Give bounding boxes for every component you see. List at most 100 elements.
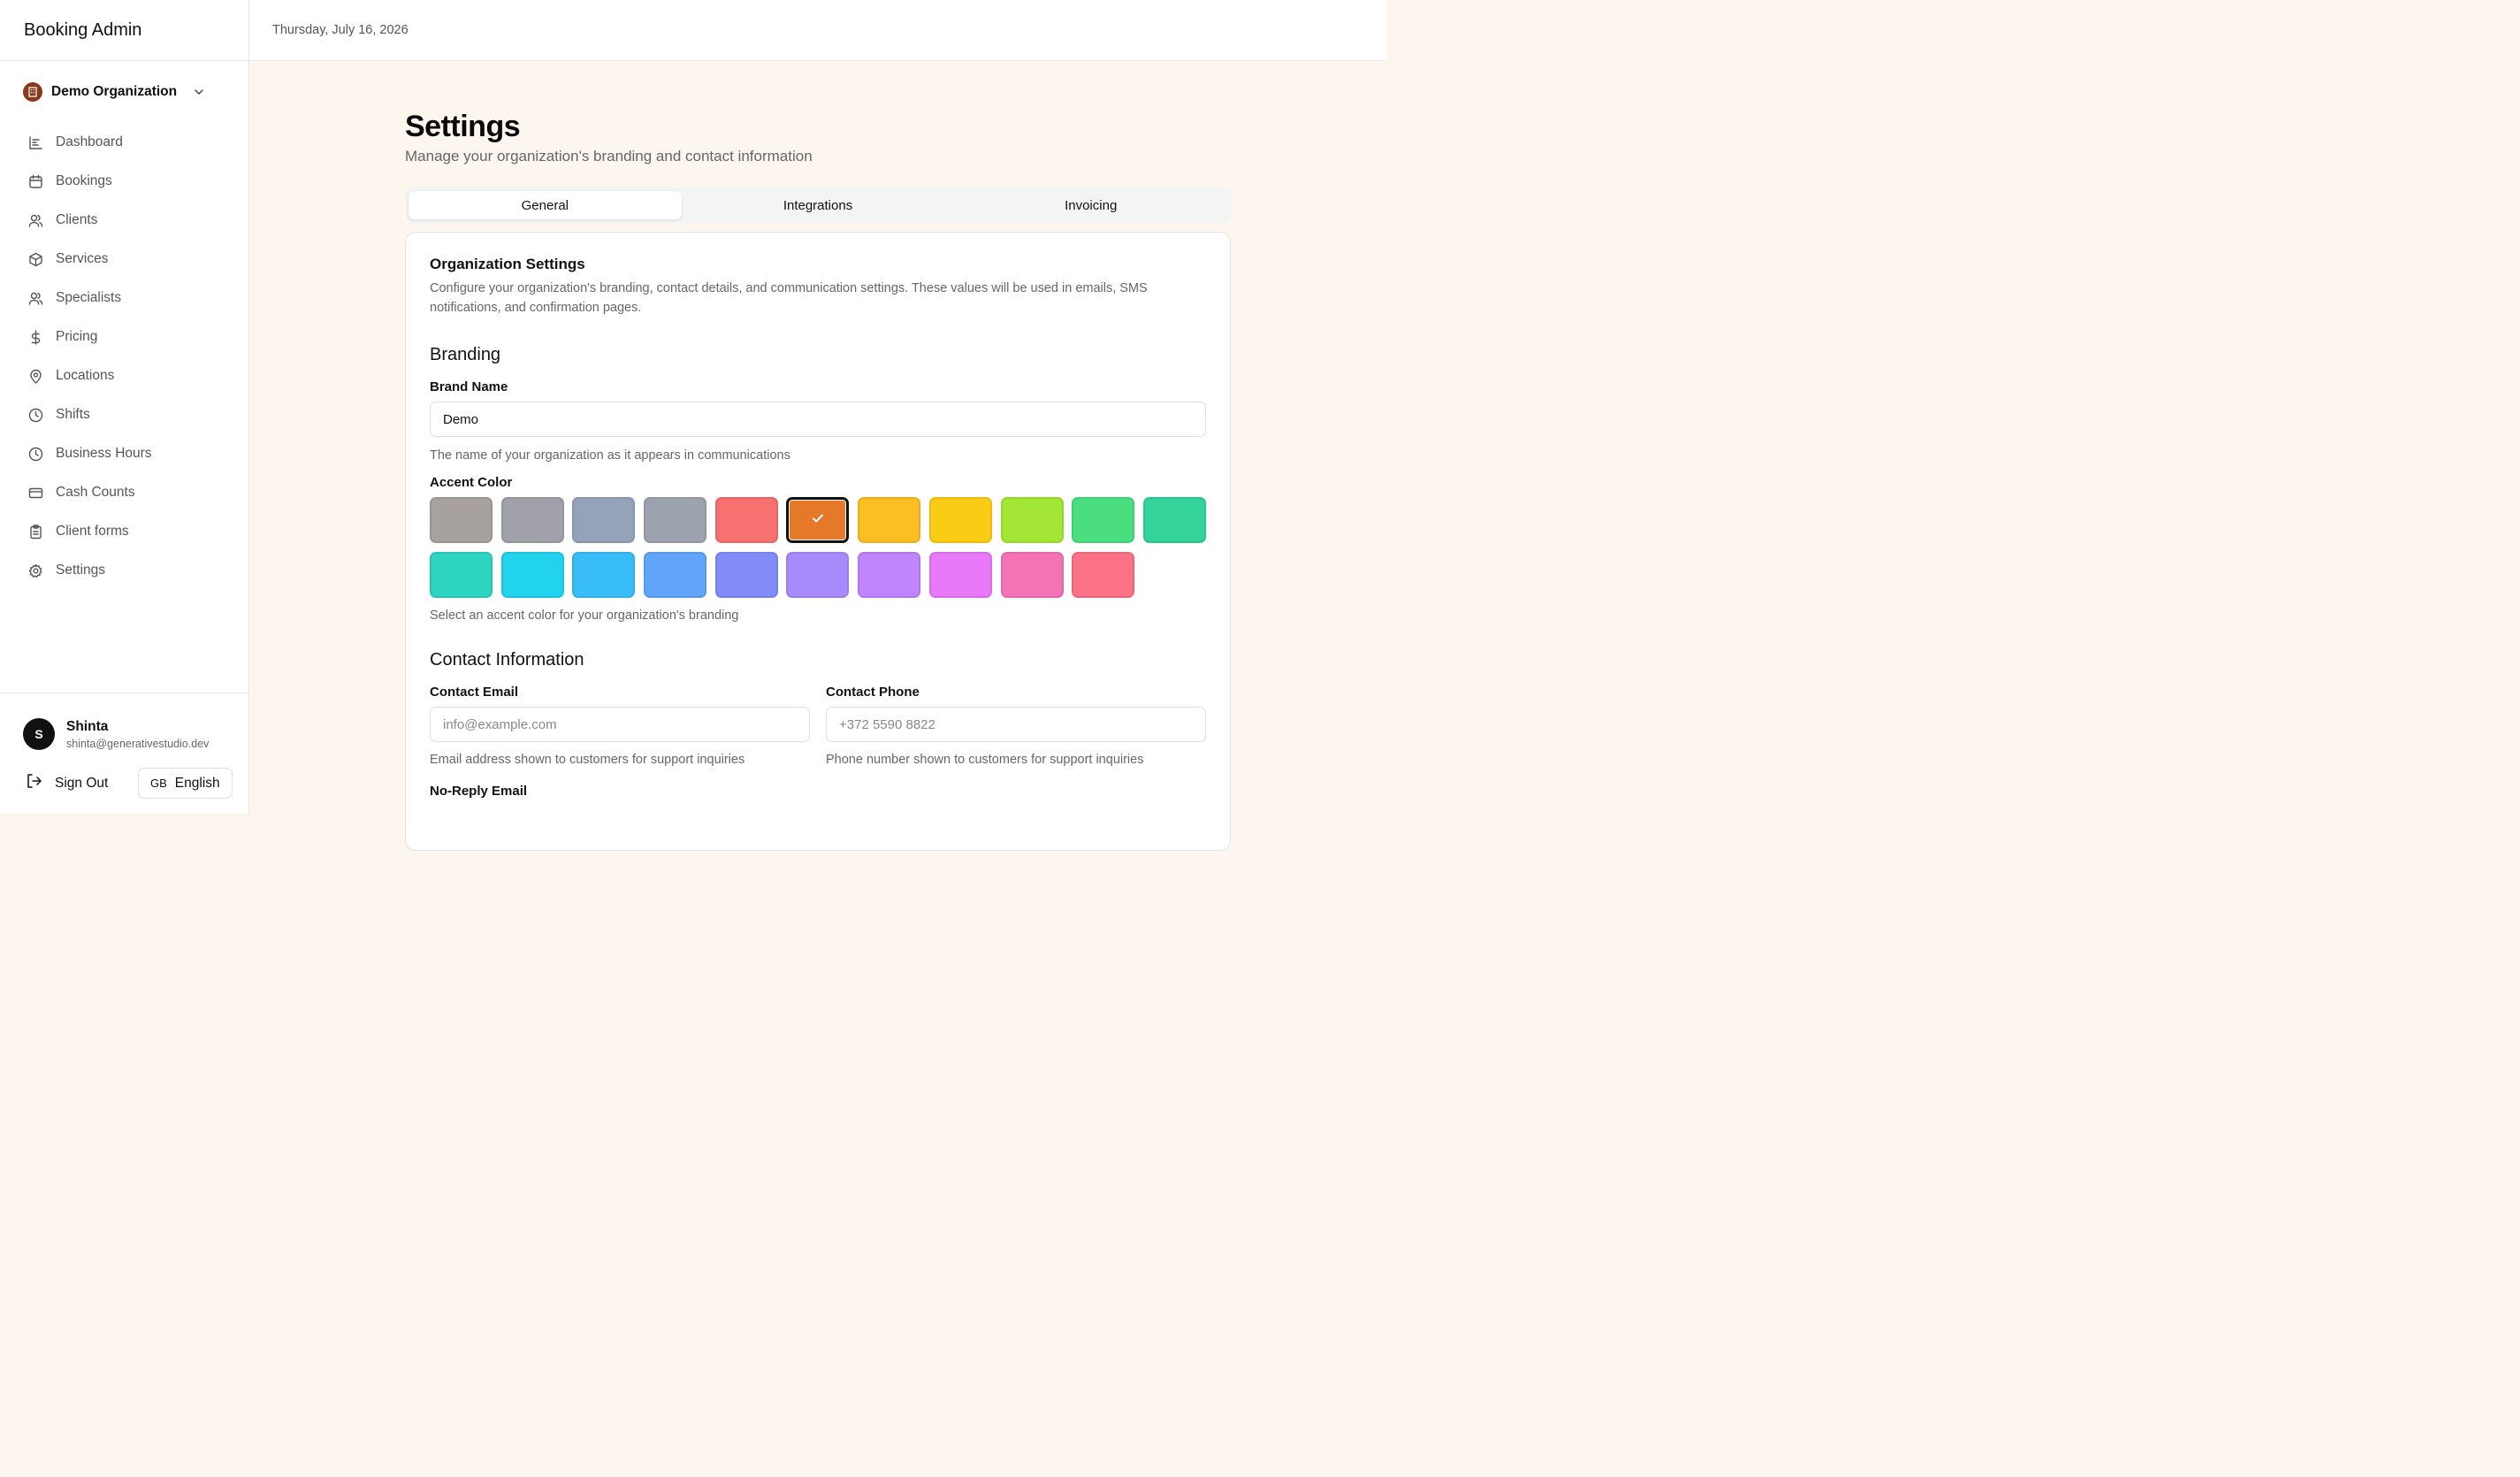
user-email: shinta@generativestudio.dev <box>66 737 210 750</box>
tab-general[interactable]: General <box>409 191 682 219</box>
accent-color-swatch[interactable] <box>1072 497 1135 543</box>
sidebar-item-label: Cash Counts <box>56 485 135 500</box>
accent-color-swatch[interactable] <box>1142 497 1206 543</box>
no-reply-email-label: No-Reply Email <box>430 784 528 799</box>
accent-color-swatch[interactable] <box>858 552 921 598</box>
map-pin-icon <box>27 368 43 384</box>
accent-color-swatch[interactable] <box>714 497 778 543</box>
sidebar-item-shifts[interactable]: Shifts <box>0 395 248 434</box>
flag-icon: GB <box>150 777 167 790</box>
sidebar: Booking Admin Demo Organization Dashboar… <box>0 0 249 813</box>
clock-icon <box>27 407 43 423</box>
accent-color-picker <box>430 497 1206 598</box>
accent-color-label: Accent Color <box>430 475 513 490</box>
accent-color-swatch[interactable] <box>572 497 636 543</box>
sidebar-item-label: Bookings <box>56 173 112 188</box>
check-icon <box>810 510 826 531</box>
page-subtitle: Manage your organization's branding and … <box>405 148 813 165</box>
accent-color-swatch[interactable] <box>500 497 564 543</box>
accent-color-swatch[interactable] <box>928 497 992 543</box>
current-date: Thursday, July 16, 2026 <box>272 23 409 37</box>
sidebar-item-locations[interactable]: Locations <box>0 356 248 395</box>
card-description: Configure your organization's branding, … <box>430 281 1148 315</box>
branding-heading: Branding <box>430 345 501 364</box>
clock-icon <box>27 446 43 462</box>
sign-out-label: Sign Out <box>55 775 109 791</box>
sidebar-item-cash-counts[interactable]: Cash Counts <box>0 473 248 512</box>
accent-color-help: Select an accent color for your organiza… <box>430 608 739 623</box>
gear-icon <box>27 562 43 578</box>
main-content: Settings Manage your organization's bran… <box>405 110 1231 851</box>
accent-color-swatch[interactable] <box>714 552 778 598</box>
sidebar-item-label: Services <box>56 251 109 266</box>
accent-color-swatch[interactable] <box>430 552 493 598</box>
sign-out-button[interactable]: Sign Out <box>0 773 138 793</box>
user-name: Shinta <box>66 718 109 734</box>
accent-color-swatch[interactable] <box>644 497 707 543</box>
user-profile[interactable]: S Shinta shinta@generativestudio.dev <box>0 693 248 750</box>
sidebar-item-label: Specialists <box>56 290 122 305</box>
box-icon <box>27 251 43 267</box>
card-title: Organization Settings <box>430 256 585 272</box>
page-title: Settings <box>405 110 521 143</box>
sidebar-item-clients[interactable]: Clients <box>0 201 248 240</box>
tab-invoicing[interactable]: Invoicing <box>954 191 1227 219</box>
accent-color-swatch[interactable] <box>1000 552 1064 598</box>
sidebar-item-label: Settings <box>56 562 106 578</box>
contact-phone-input[interactable]: +372 5590 8822 <box>826 707 1206 742</box>
sidebar-item-label: Clients <box>56 212 98 227</box>
brand-name-help: The name of your organization as it appe… <box>430 448 790 463</box>
log-out-icon <box>26 773 42 793</box>
accent-color-swatch[interactable] <box>1000 497 1064 543</box>
sidebar-footer: S Shinta shinta@generativestudio.dev Sig… <box>0 693 248 813</box>
accent-color-swatch[interactable] <box>572 552 636 598</box>
contact-email-label: Contact Email <box>430 685 519 700</box>
app-title: Booking Admin <box>0 0 248 61</box>
dollar-icon <box>27 329 43 345</box>
top-bar: Thursday, July 16, 2026 <box>249 0 1386 61</box>
brand-name-input[interactable]: Demo <box>430 402 1206 437</box>
users-icon <box>27 212 43 228</box>
accent-color-swatch[interactable] <box>1072 552 1135 598</box>
org-switcher[interactable]: Demo Organization <box>0 61 248 123</box>
brand-name-label: Brand Name <box>430 379 508 394</box>
org-name: Demo Organization <box>51 84 178 99</box>
sidebar-nav: Dashboard Bookings Clients Services Spec… <box>0 123 248 590</box>
settings-tabs: General Integrations Invoicing <box>405 187 1231 223</box>
language-selector[interactable]: GB English <box>138 768 233 799</box>
sidebar-item-label: Dashboard <box>56 134 123 149</box>
sidebar-item-label: Business Hours <box>56 446 152 461</box>
language-label: English <box>174 775 220 791</box>
sidebar-item-bookings[interactable]: Bookings <box>0 162 248 201</box>
building-icon <box>23 82 42 102</box>
accent-color-swatch[interactable] <box>786 497 850 543</box>
sidebar-item-specialists[interactable]: Specialists <box>0 279 248 318</box>
sidebar-item-label: Pricing <box>56 329 98 344</box>
chart-icon <box>27 134 43 150</box>
accent-color-swatch[interactable] <box>500 552 564 598</box>
sidebar-item-client-forms[interactable]: Client forms <box>0 512 248 551</box>
sidebar-item-dashboard[interactable]: Dashboard <box>0 123 248 162</box>
sidebar-item-settings[interactable]: Settings <box>0 551 248 590</box>
users-icon <box>27 290 43 306</box>
credit-card-icon <box>27 485 43 501</box>
sidebar-item-business-hours[interactable]: Business Hours <box>0 434 248 473</box>
tab-integrations[interactable]: Integrations <box>682 191 955 219</box>
contact-email-help: Email address shown to customers for sup… <box>430 753 745 767</box>
chevron-down-icon <box>193 86 205 98</box>
contact-email-input[interactable]: info@example.com <box>430 707 810 742</box>
sidebar-item-label: Locations <box>56 368 115 383</box>
accent-color-swatch[interactable] <box>928 552 992 598</box>
calendar-icon <box>27 173 43 189</box>
accent-color-swatch[interactable] <box>430 497 493 543</box>
avatar: S <box>23 718 55 750</box>
contact-phone-label: Contact Phone <box>826 685 920 700</box>
accent-color-swatch[interactable] <box>786 552 850 598</box>
sidebar-item-pricing[interactable]: Pricing <box>0 318 248 356</box>
sidebar-item-services[interactable]: Services <box>0 240 248 279</box>
sidebar-item-label: Shifts <box>56 407 90 422</box>
contact-heading: Contact Information <box>430 650 584 670</box>
accent-color-swatch[interactable] <box>858 497 921 543</box>
accent-color-swatch[interactable] <box>644 552 707 598</box>
sidebar-item-label: Client forms <box>56 524 129 539</box>
